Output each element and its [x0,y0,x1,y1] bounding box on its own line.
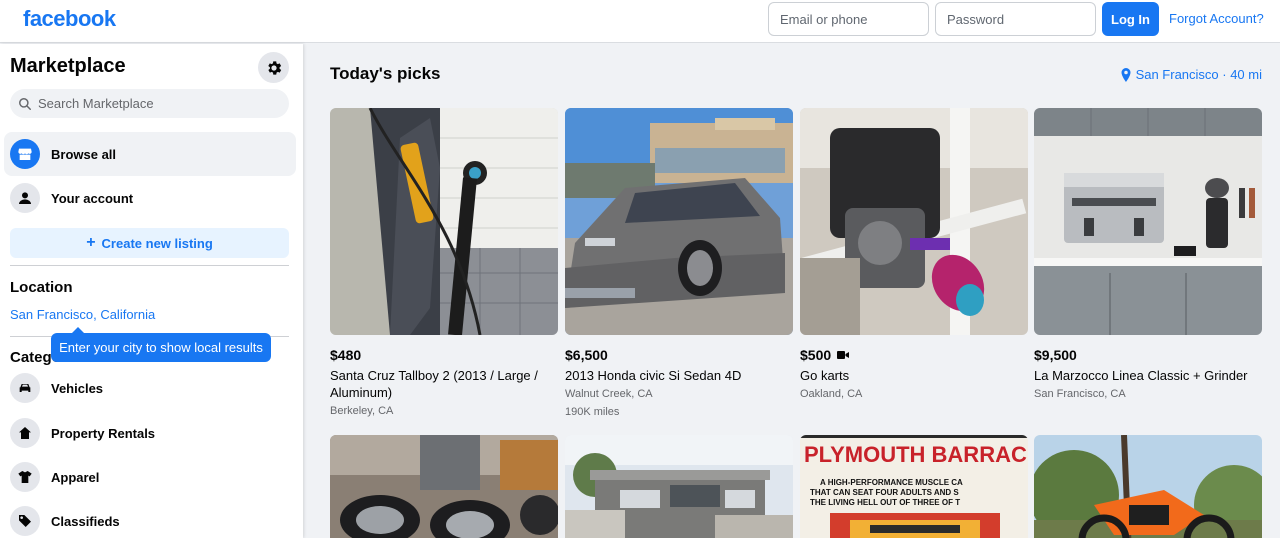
listing-photo-garage[interactable] [565,435,793,538]
listing-card[interactable]: PLYMOUTH BARRACU A HIGH-PERFORMANCE MUSC… [800,435,1028,538]
listing-card[interactable] [565,435,793,538]
forgot-account-link[interactable]: Forgot Account? [1169,11,1264,26]
listing-photo-gokart[interactable] [800,108,1028,335]
sidebar: Marketplace Browse all Your account + Cr… [0,44,303,538]
nav-browse-all-label: Browse all [51,146,117,162]
listing-card[interactable]: $6,500 2013 Honda civic Si Sedan 4D Waln… [565,108,793,420]
ad-line: THE LIVING HELL OUT OF THREE OF T [810,498,960,507]
category-label: Property Rentals [51,425,156,441]
search-box[interactable] [10,89,289,118]
listing-card[interactable] [1034,435,1262,538]
section-title: Today's picks [330,64,441,83]
plus-icon: + [86,234,96,251]
listing-card[interactable] [330,435,558,538]
divider [10,265,289,266]
car-icon [10,373,40,403]
create-listing-label: Create new listing [101,235,213,251]
location-filter-label: San Francisco · 40 mi [1135,67,1262,82]
settings-button[interactable] [258,52,289,83]
gear-icon [267,60,281,75]
listing-photo-barracuda-ad[interactable]: PLYMOUTH BARRACU A HIGH-PERFORMANCE MUSC… [800,435,1028,538]
password-field[interactable] [935,2,1096,36]
ad-line: A HIGH-PERFORMANCE MUSCLE CA [820,478,963,487]
category-vehicles[interactable]: Vehicles [4,368,296,408]
nav-your-account-label: Your account [51,190,134,206]
category-property-rentals[interactable]: Property Rentals [4,413,296,453]
listing-location: San Francisco, CA [1034,388,1126,400]
listing-title: La Marzocco Linea Classic + Grinder [1034,368,1248,383]
listing-price: $9,500 [1034,347,1077,363]
listing-price: $480 [330,347,362,363]
ad-line: THAT CAN SEAT FOUR ADULTS AND S [810,488,959,497]
shirt-icon [10,462,40,492]
listing-location: Oakland, CA [800,388,863,400]
listing-photo-car[interactable] [565,108,793,335]
location-title: Location [10,279,73,296]
listing-card[interactable]: $480 Santa Cruz Tallboy 2 (2013 / Large … [330,108,558,419]
create-listing-button[interactable]: + Create new listing [10,228,289,258]
search-input[interactable] [38,96,278,111]
category-label: Vehicles [51,380,104,396]
category-label: Classifieds [51,513,120,529]
category-classifieds[interactable]: Classifieds [4,501,296,538]
listing-location: Walnut Creek, CA [565,388,653,400]
ad-headline: PLYMOUTH BARRACU [804,442,1028,467]
listing-title: Go karts [800,368,850,383]
sidebar-title: Marketplace [10,55,126,77]
category-label: Apparel [51,469,100,485]
location-link[interactable]: San Francisco, California [10,307,155,322]
listing-location: Berkeley, CA [330,405,394,417]
listing-title: 2013 Honda civic Si Sedan 4D [565,368,742,383]
listing-price: $6,500 [565,347,608,363]
listing-card[interactable]: $9,500 La Marzocco Linea Classic + Grind… [1034,108,1262,402]
listing-photo-wheels[interactable] [330,435,558,538]
storefront-icon [10,139,40,169]
category-apparel[interactable]: Apparel [4,457,296,497]
listing-price: $500 [800,347,1028,363]
person-icon [10,183,40,213]
nav-your-account[interactable]: Your account [4,176,296,220]
listing-title: Santa Cruz Tallboy 2 (2013 / Large / Alu… [330,368,538,400]
listing-photo-bike[interactable] [330,108,558,335]
video-icon [837,351,850,359]
location-filter[interactable]: San Francisco · 40 mi [1120,67,1262,82]
listing-mileage: 190K miles [565,406,620,418]
pin-icon [1121,67,1131,82]
search-icon [19,97,31,110]
top-bar: facebook Log In Forgot Account? [0,0,1280,43]
house-icon [10,418,40,448]
listing-price-value: $500 [800,347,832,363]
listing-photo-espresso[interactable] [1034,108,1262,335]
listing-photo-dirtbike[interactable] [1034,435,1262,538]
facebook-logo[interactable]: facebook [23,6,116,32]
tag-icon [10,506,40,536]
location-tooltip: Enter your city to show local results [51,327,271,362]
login-button[interactable]: Log In [1102,2,1159,36]
email-field[interactable] [768,2,929,36]
nav-browse-all[interactable]: Browse all [4,132,296,176]
listing-card[interactable]: $500 Go karts Oakland, CA [800,108,1028,402]
